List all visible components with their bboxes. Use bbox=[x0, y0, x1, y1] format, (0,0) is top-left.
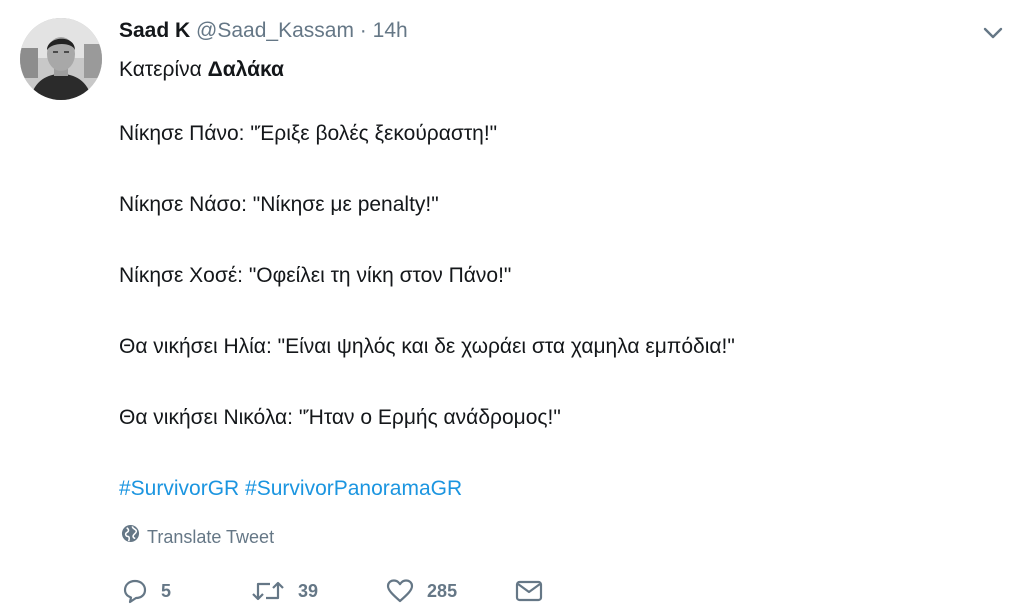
tweet-card: Saad K @Saad_Kassam · 14h Κατερίνα Δαλάκ… bbox=[0, 0, 1024, 614]
tweet-line: Νίκησε Πάνο: "Έριξε βολές ξεκούραστη!" bbox=[119, 122, 498, 145]
direct-message-button[interactable] bbox=[515, 579, 543, 603]
chevron-down-icon[interactable] bbox=[980, 22, 1006, 44]
hashtag-link[interactable]: #SurvivorGR bbox=[119, 477, 239, 500]
reply-context: Κατερίνα Δαλάκα bbox=[119, 56, 284, 84]
tweet-line: Νίκησε Νάσο: "Νίκησε με penalty!" bbox=[119, 193, 439, 216]
reply-context-prefix: Κατερίνα bbox=[119, 58, 202, 81]
reply-button[interactable]: 5 bbox=[122, 578, 171, 604]
retweet-icon bbox=[251, 578, 285, 604]
separator-dot: · bbox=[359, 19, 367, 42]
hashtag-link[interactable]: #SurvivorPanoramaGR bbox=[245, 477, 462, 500]
avatar[interactable] bbox=[20, 18, 102, 100]
reply-icon bbox=[122, 578, 148, 604]
hashtag-row: #SurvivorGR #SurvivorPanoramaGR bbox=[119, 475, 462, 503]
tweet-line: Θα νικήσει Νικόλα: "Ήταν ο Ερμής ανάδρομ… bbox=[119, 406, 561, 429]
tweet-line: Νίκησε Χοσέ: "Οφείλει τη νίκη στον Πάνο!… bbox=[119, 264, 512, 287]
retweet-button[interactable]: 39 bbox=[251, 578, 318, 604]
tweet-timestamp[interactable]: 14h bbox=[373, 19, 408, 42]
reply-context-name: Δαλάκα bbox=[207, 58, 284, 81]
tweet-text: Νίκησε Πάνο: "Έριξε βολές ξεκούραστη!" Ν… bbox=[119, 120, 735, 475]
tweet-actions: 5 39 285 bbox=[122, 575, 543, 607]
like-button[interactable]: 285 bbox=[386, 578, 457, 604]
retweet-count: 39 bbox=[298, 580, 319, 601]
tweet-header: Saad K @Saad_Kassam · 14h bbox=[119, 18, 408, 44]
translate-tweet-button[interactable]: Translate Tweet bbox=[121, 524, 274, 549]
translate-tweet-label: Translate Tweet bbox=[147, 526, 275, 547]
reply-count: 5 bbox=[161, 580, 172, 601]
display-name[interactable]: Saad K bbox=[119, 19, 190, 42]
globe-icon bbox=[121, 524, 140, 549]
envelope-icon bbox=[515, 579, 543, 603]
tweet-line: Θα νικήσει Ηλία: "Είναι ψηλός και δε χωρ… bbox=[119, 335, 735, 358]
heart-icon bbox=[386, 578, 414, 604]
user-handle[interactable]: @Saad_Kassam bbox=[196, 19, 354, 42]
like-count: 285 bbox=[427, 580, 458, 601]
